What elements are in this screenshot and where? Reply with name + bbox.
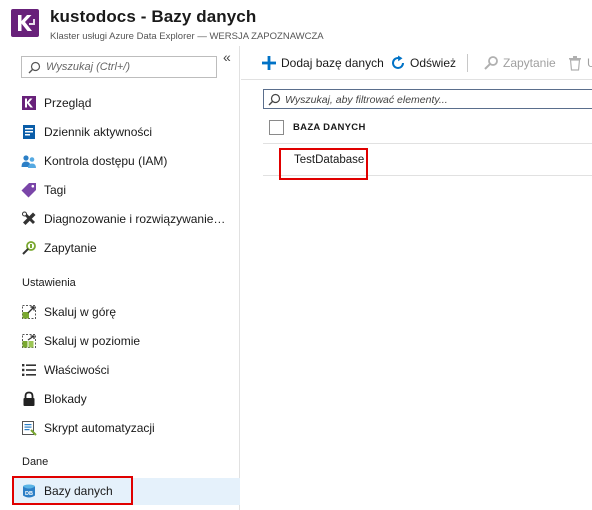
sidebar-item-label: Właściwości (44, 363, 110, 377)
blade-header: kustodocs - Bazy danych Klaster usługi A… (0, 0, 592, 46)
highlight-frame-testdatabase (279, 148, 368, 180)
filter-input[interactable] (285, 92, 585, 107)
sidebar-item-label: Skaluj w górę (44, 305, 117, 319)
sidebar-item-locks[interactable]: Blokady (12, 386, 240, 412)
delete-label: U (587, 56, 592, 70)
column-header-database[interactable]: BAZA DANYCH (293, 122, 366, 133)
kusto-logo-icon (11, 9, 39, 37)
refresh-button[interactable]: Odśwież (390, 53, 456, 73)
activity-log-icon (23, 125, 35, 139)
collapse-menu-button[interactable]: « (223, 50, 231, 64)
scale-out-icon (22, 334, 36, 348)
add-database-label: Dodaj bazę danych (281, 56, 384, 70)
properties-icon (22, 364, 36, 376)
sidebar-item-properties[interactable]: Właściwości (12, 357, 240, 383)
refresh-icon (392, 55, 404, 69)
search-icon (28, 61, 41, 74)
highlight-frame-databases (12, 476, 133, 505)
query-button[interactable]: Zapytanie (483, 53, 556, 73)
delete-button[interactable]: U (567, 53, 592, 73)
query-label: Zapytanie (503, 56, 556, 70)
sidebar-item-automation-script[interactable]: Skrypt automatyzacji (12, 415, 240, 441)
sidebar-item-label: Dziennik aktywności (44, 125, 153, 139)
refresh-label: Odśwież (410, 56, 457, 70)
trash-icon (569, 56, 581, 71)
sidebar-item-label: Tagi (44, 183, 67, 197)
plus-icon (262, 56, 276, 70)
menu-search-input[interactable] (46, 59, 212, 75)
page-title: kustodocs - Bazy danych (50, 7, 257, 26)
sidebar-item-label: Zapytanie (44, 241, 97, 255)
query-icon (484, 56, 498, 70)
sidebar-item-scale-up[interactable]: Skaluj w górę (12, 299, 240, 325)
overview-icon (22, 96, 36, 110)
tag-icon (21, 183, 36, 198)
sidebar-item-label: Przegląd (44, 96, 92, 110)
menu-search-box[interactable] (21, 56, 217, 78)
sidebar-item-access-control[interactable]: Kontrola dostępu (IAM) (12, 148, 240, 174)
scale-up-icon (22, 305, 36, 319)
sidebar-item-label: Blokady (44, 392, 87, 406)
sidebar-item-label: Diagnozowanie i rozwiązywanie… (44, 212, 226, 226)
select-all-checkbox[interactable] (269, 120, 284, 135)
sidebar-item-diagnose[interactable]: Diagnozowanie i rozwiązywanie… (12, 206, 240, 232)
section-heading-data: Dane (22, 456, 49, 468)
sidebar-item-label: Skrypt automatyzacji (44, 421, 155, 435)
page-subtitle: Klaster usługi Azure Data Explorer — WER… (50, 31, 324, 42)
sidebar-item-tags[interactable]: Tagi (12, 177, 240, 203)
section-heading-settings: Ustawienia (22, 277, 76, 289)
main-content: Dodaj bazę danych Odśwież Zapytanie U Wy… (241, 46, 592, 510)
query-icon (22, 241, 36, 255)
command-bar: Dodaj bazę danych Odśwież Zapytanie U (241, 46, 592, 80)
sidebar-item-scale-out[interactable]: Skaluj w poziomie (12, 328, 240, 354)
access-control-icon (21, 155, 36, 168)
sidebar-item-query[interactable]: Zapytanie (12, 235, 240, 261)
filter-box[interactable] (263, 89, 592, 109)
diagnose-icon (22, 211, 36, 225)
add-database-button[interactable]: Dodaj bazę danych (261, 53, 384, 73)
automation-script-icon (22, 421, 37, 436)
sidebar-item-label: Kontrola dostępu (IAM) (44, 154, 168, 168)
table-header: BAZA DANYCH (263, 114, 592, 144)
sidebar-item-label: Skaluj w poziomie (44, 334, 141, 348)
sidebar-item-overview[interactable]: Przegląd (12, 90, 240, 116)
toolbar-separator (467, 54, 468, 72)
lock-icon (23, 391, 35, 406)
search-icon (268, 93, 281, 106)
resource-menu: « Przegląd Dziennik aktywności Kontrola … (0, 46, 240, 510)
sidebar-item-activity-log[interactable]: Dziennik aktywności (12, 119, 240, 145)
